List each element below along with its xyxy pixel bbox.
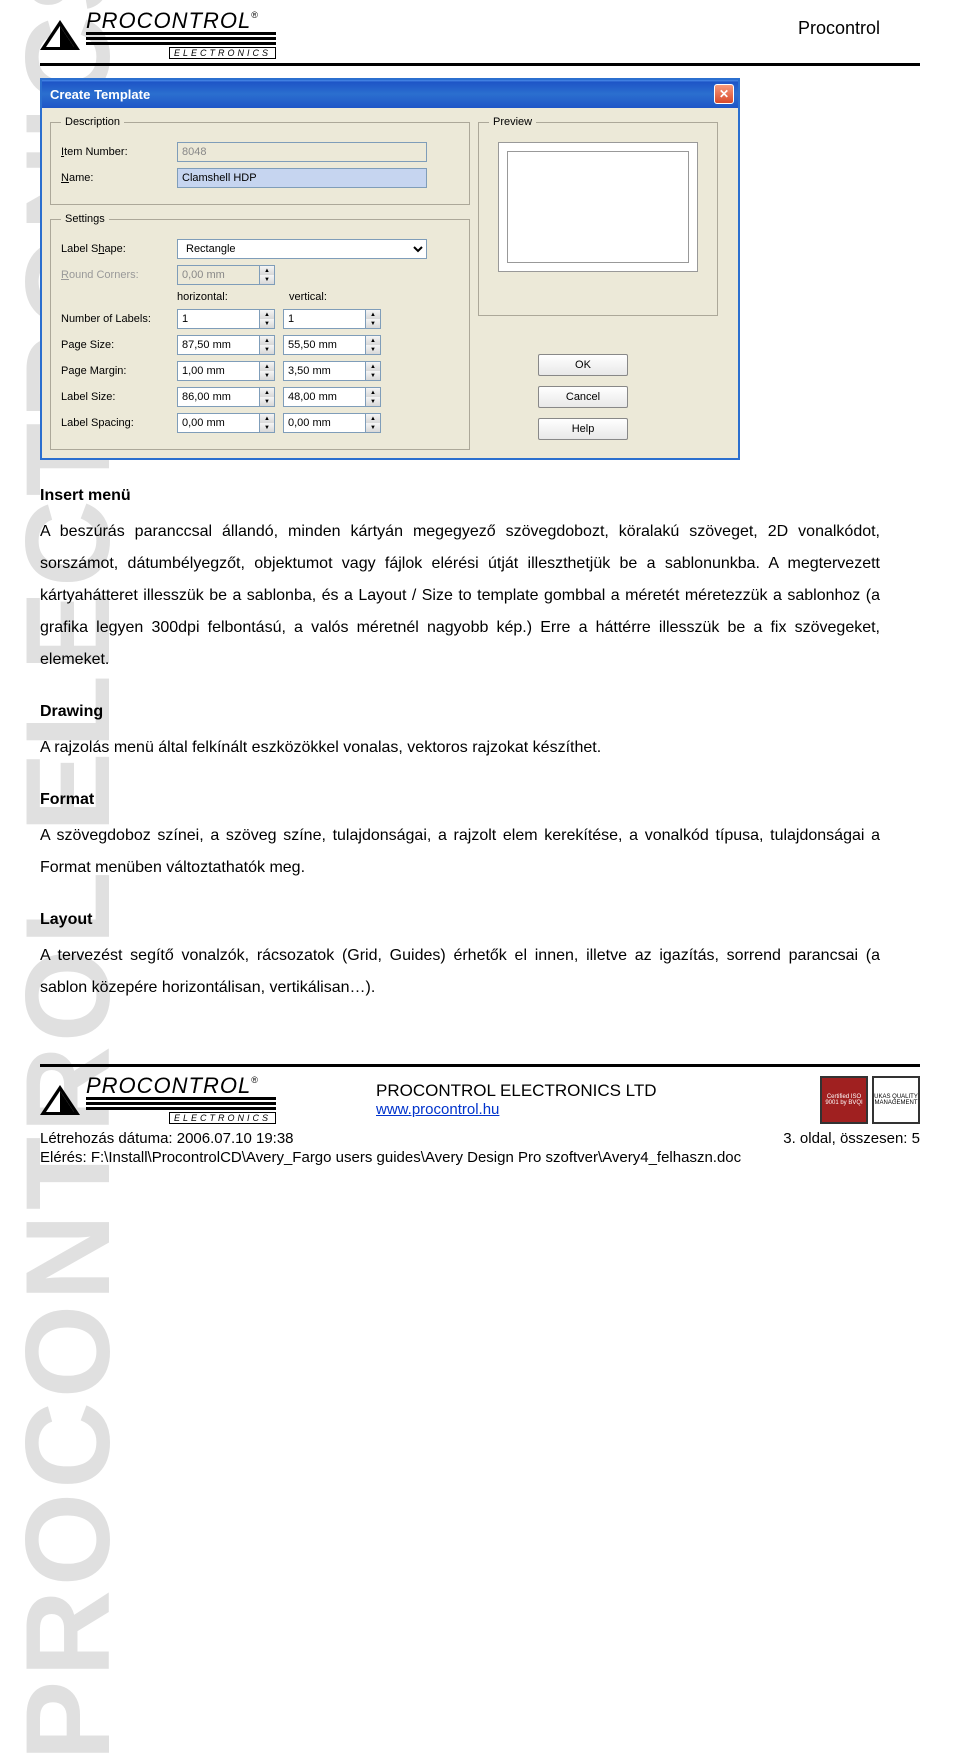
footer-logo-bars — [86, 1097, 276, 1110]
spinner-icon[interactable]: ▲▼ — [365, 309, 381, 329]
name-field[interactable] — [177, 168, 427, 188]
registered-icon: ® — [251, 1075, 258, 1085]
drawing-body: A rajzolás menü által felkínált eszközök… — [40, 732, 880, 764]
numlabels-v-field[interactable] — [283, 309, 365, 329]
help-button[interactable]: Help — [538, 418, 628, 440]
logo-subtitle: ELECTRONICS — [169, 47, 276, 59]
pagesize-h-field[interactable] — [177, 335, 259, 355]
horizontal-label: horizontal: — [177, 291, 277, 303]
pagemargin-v-field[interactable] — [283, 361, 365, 381]
footer-company: PROCONTROL ELECTRONICS LTD — [376, 1081, 820, 1101]
cert-badge-ukas: UKAS QUALITY MANAGEMENT — [872, 1076, 920, 1124]
pagemargin-h-field[interactable] — [177, 361, 259, 381]
round-corners-field — [177, 265, 259, 285]
insert-heading: Insert menü — [40, 480, 880, 512]
description-legend: Description — [61, 116, 124, 128]
label-spacing-label: Label Spacing: — [61, 417, 171, 429]
description-group: Description Item Number: Name: — [50, 116, 470, 205]
footer-created-date: Létrehozás dátuma: 2006.07.10 19:38 — [40, 1130, 294, 1147]
spinner-icon[interactable]: ▲▼ — [365, 335, 381, 355]
preview-canvas — [498, 142, 698, 272]
spinner-icon[interactable]: ▲▼ — [365, 413, 381, 433]
footer-logo-text: PROCONTROL — [86, 1073, 251, 1098]
footer-logo-subtitle: ELECTRONICS — [169, 1112, 276, 1124]
footer-link[interactable]: www.procontrol.hu — [376, 1101, 820, 1118]
settings-legend: Settings — [61, 213, 109, 225]
spinner-icon[interactable]: ▲▼ — [365, 361, 381, 381]
label-size-label: Label Size: — [61, 391, 171, 403]
spinner-icon[interactable]: ▲▼ — [259, 413, 275, 433]
number-of-labels-label: Number of Labels: — [61, 313, 171, 325]
settings-group: Settings Label Shape: Rectangle Round Co… — [50, 213, 470, 450]
spinner-icon[interactable]: ▲▼ — [259, 335, 275, 355]
page-footer: PROCONTROL® ELECTRONICS PROCONTROL ELECT… — [40, 1064, 920, 1166]
labelspacing-h-field[interactable] — [177, 413, 259, 433]
header-right-text: Procontrol — [798, 18, 880, 39]
cert-badge-bvqi: Certified ISO 9001 by BVQI — [820, 1076, 868, 1124]
item-number-label: Item Number: — [61, 146, 171, 158]
spinner-icon[interactable]: ▲▼ — [259, 361, 275, 381]
layout-body: A tervezést segítő vonalzók, rácsozatok … — [40, 940, 880, 1004]
labelsize-h-field[interactable] — [177, 387, 259, 407]
layout-heading: Layout — [40, 904, 880, 936]
preview-legend: Preview — [489, 116, 536, 128]
numlabels-h-field[interactable] — [177, 309, 259, 329]
pagesize-v-field[interactable] — [283, 335, 365, 355]
page-size-label: Page Size: — [61, 339, 171, 351]
item-number-field — [177, 142, 427, 162]
label-shape-label: Label Shape: — [61, 243, 171, 255]
logo-icon — [40, 20, 80, 50]
labelspacing-v-field[interactable] — [283, 413, 365, 433]
dialog-title: Create Template — [50, 87, 150, 102]
insert-body: A beszúrás paranccsal állandó, minden ká… — [40, 516, 880, 676]
round-corners-label: Round Corners: — [61, 269, 171, 281]
logo-text: PROCONTROL — [86, 8, 251, 33]
vertical-label: vertical: — [289, 291, 389, 303]
label-shape-select[interactable]: Rectangle — [177, 239, 427, 259]
page-header: PROCONTROL® ELECTRONICS Procontrol — [40, 10, 920, 66]
spinner-icon[interactable]: ▲▼ — [259, 387, 275, 407]
footer-path: Elérés: F:\Install\ProcontrolCD\Avery_Fa… — [40, 1149, 920, 1166]
page-margin-label: Page Margin: — [61, 365, 171, 377]
cancel-button[interactable]: Cancel — [538, 386, 628, 408]
ok-button[interactable]: OK — [538, 354, 628, 376]
format-heading: Format — [40, 784, 880, 816]
logo-bars — [86, 32, 276, 45]
drawing-heading: Drawing — [40, 696, 880, 728]
spinner-icon[interactable]: ▲▼ — [259, 309, 275, 329]
create-template-dialog: Create Template ✕ Description Item Numbe… — [40, 78, 740, 460]
preview-group: Preview — [478, 116, 718, 316]
registered-icon: ® — [251, 10, 258, 20]
footer-logo-icon — [40, 1085, 80, 1115]
dialog-titlebar[interactable]: Create Template ✕ — [42, 80, 738, 108]
format-body: A szövegdoboz színei, a szöveg színe, tu… — [40, 820, 880, 884]
footer-page-number: 3. oldal, összesen: 5 — [783, 1130, 920, 1147]
name-label: Name: — [61, 172, 171, 184]
labelsize-v-field[interactable] — [283, 387, 365, 407]
spinner-icon[interactable]: ▲▼ — [365, 387, 381, 407]
spinner-icon: ▲▼ — [259, 265, 275, 285]
close-icon[interactable]: ✕ — [714, 84, 734, 104]
